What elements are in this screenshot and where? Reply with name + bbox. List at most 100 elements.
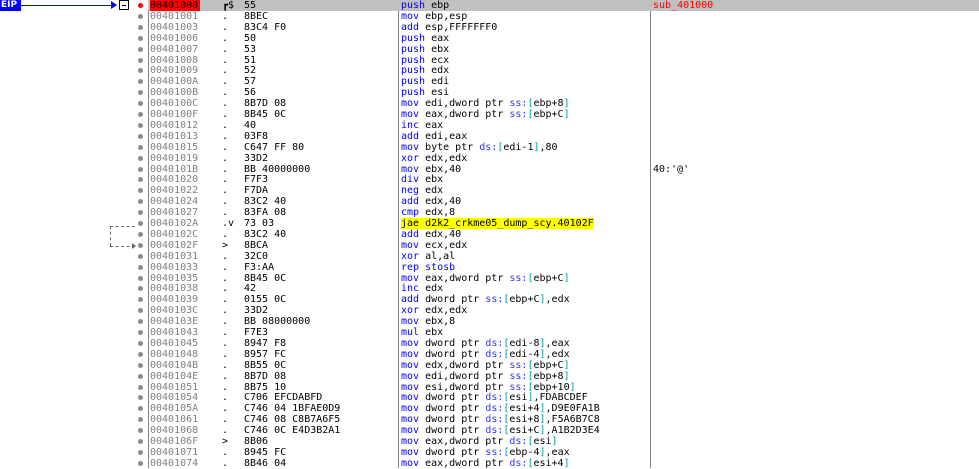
breakpoint-dot[interactable] [138, 406, 143, 412]
instruction-row[interactable]: 00401051. 8B75 10 mov esi,dword ptr ss:[eb… [148, 382, 979, 393]
breakpoint-dot[interactable] [138, 133, 143, 139]
instruction-text: add edi,eax [401, 130, 468, 142]
instruction-row[interactable]: 00401048. 8957 FC mov dword ptr ds:[edi-4]… [148, 349, 979, 360]
instruction-row[interactable]: 00401068. C746 0C E4D3B2A1 mov dword ptr d… [148, 425, 979, 436]
breakpoint-dot[interactable] [138, 319, 143, 325]
breakpoint-dot[interactable] [138, 373, 143, 379]
address-text: 0040102C [150, 228, 199, 240]
instruction-row[interactable]: 00401009. 52 push edx [148, 65, 979, 76]
instruction-row[interactable]: 00401061. C746 08 C8B7A6F5 mov dword ptr d… [148, 414, 979, 425]
instruction-row[interactable]: 00401024. 83C2 40 add edx,40 [148, 196, 979, 207]
flow-marker: . [222, 457, 229, 469]
breakpoint-dot[interactable] [138, 242, 143, 248]
breakpoint-dot[interactable] [138, 79, 143, 85]
breakpoint-dot[interactable] [138, 155, 143, 161]
instruction-row[interactable]: 00401045. 8947 F8 mov dword ptr ds:[edi-8]… [148, 338, 979, 349]
instruction-row[interactable]: 00401031. 32C0 xor al,al [148, 251, 979, 262]
breakpoint-dot-active[interactable] [138, 3, 143, 8]
instruction-row[interactable]: 00401035. 8B45 0C mov eax,dword ptr ss:[eb… [148, 273, 979, 284]
breakpoint-dot[interactable] [138, 231, 143, 237]
breakpoint-dot[interactable] [138, 253, 143, 259]
instruction-row[interactable]: 00401003. 83C4 F0 add esp,FFFFFFF0 [148, 22, 979, 33]
breakpoint-dot[interactable] [138, 90, 143, 96]
breakpoint-dot[interactable] [138, 13, 143, 19]
instruction-row[interactable]: 00401012. 40 inc eax [148, 120, 979, 131]
breakpoint-dot[interactable] [138, 177, 143, 183]
instruction-row[interactable]: 0040105A. C746 04 1BFAE0D9 mov dword ptr d… [148, 403, 979, 414]
breakpoint-dot[interactable] [138, 395, 143, 401]
flow-marker: . [222, 316, 229, 328]
instruction-row[interactable]: 00401038. 42 inc edx [148, 283, 979, 294]
breakpoint-dot[interactable] [138, 264, 143, 270]
breakpoint-dot[interactable] [138, 460, 143, 466]
breakpoint-dot[interactable] [138, 166, 143, 172]
instruction-row[interactable]: 0040103C. 33D2 xor edx,edx [148, 305, 979, 316]
breakpoint-dot[interactable] [138, 112, 143, 117]
instruction-row[interactable]: 00401001. 8BEC mov ebp,esp [148, 11, 979, 22]
breakpoint-dot[interactable] [138, 35, 143, 41]
comment-cell [653, 251, 979, 262]
instruction-row[interactable]: 00401027. 83FA 08 cmp edx,8 [148, 207, 979, 218]
breakpoint-dot[interactable] [138, 297, 143, 303]
instruction-row[interactable]: 0040103E. BB 08000000 mov ebx,8 [148, 316, 979, 327]
breakpoint-dot[interactable] [138, 417, 143, 423]
instruction-row[interactable]: 00401000 ┏$ 55 push ebp sub_401000 [148, 0, 979, 11]
instruction-row[interactable]: 00401007. 53 push ebx [148, 44, 979, 55]
breakpoint-dot[interactable] [138, 221, 143, 226]
instruction-row[interactable]: 0040102F >8BCA mov ecx,edx [148, 240, 979, 251]
instruction-row[interactable]: 00401039. 0155 0C add dword ptr ss:[ebp+C]… [148, 294, 979, 305]
breakpoint-dot[interactable] [138, 188, 143, 194]
breakpoint-dot[interactable] [138, 428, 143, 434]
breakpoint-dot[interactable] [138, 330, 143, 335]
breakpoint-dot[interactable] [138, 308, 143, 314]
instruction-row[interactable]: 00401054. C706 EFCDABFD mov dword ptr ds:[… [148, 392, 979, 403]
breakpoint-dot[interactable] [138, 275, 143, 281]
breakpoint-dot[interactable] [138, 101, 143, 107]
breakpoint-dot[interactable] [138, 439, 143, 444]
jump-line [110, 226, 135, 227]
flow-marker: . [222, 163, 229, 175]
address-text: 0040100B [150, 87, 199, 99]
instruction-row[interactable]: 0040102C. 83C2 40 add edx,40 [148, 229, 979, 240]
instruction-row[interactable]: 00401006. 50 push eax [148, 33, 979, 44]
collapse-function-icon[interactable] [119, 0, 129, 10]
breakpoint-dot[interactable] [138, 449, 143, 455]
instruction-row[interactable]: 0040100A. 57 push edi [148, 76, 979, 87]
breakpoint-dot[interactable] [138, 46, 143, 52]
instruction-row[interactable]: 0040100F. 8B45 0C mov eax,dword ptr ss:[eb… [148, 109, 979, 120]
instruction-row[interactable]: 0040100C. 8B7D 08 mov edi,dword ptr ss:[eb… [148, 98, 979, 109]
address-text: 0040100A [150, 76, 199, 88]
instruction-row[interactable]: 00401022. F7DA neg edx [148, 185, 979, 196]
instruction-row[interactable]: 0040102A .v 73 03 jae d2k2_crkme05_dump_scy… [148, 218, 979, 229]
breakpoint-dot[interactable] [138, 122, 143, 128]
breakpoint-dot[interactable] [138, 210, 143, 216]
instruction-row[interactable]: 00401020. F7F3 div ebx [148, 174, 979, 185]
instruction-row[interactable]: 0040106F >8B06 mov eax,dword ptr ds:[esi] [148, 436, 979, 447]
disassembly-listing[interactable]: 00401000 ┏$ 55 push ebp sub_401000 00401001. 8… [148, 0, 979, 469]
instruction-row[interactable]: 00401008. 51 push ecx [148, 55, 979, 66]
breakpoint-dot[interactable] [138, 144, 143, 150]
instruction-row[interactable]: 0040101B. BB 40000000 mov ebx,40 40:'@' [148, 164, 979, 175]
breakpoint-dot[interactable] [138, 24, 143, 30]
instruction-row[interactable]: 00401015. C647 FF 80 mov byte ptr ds:[edi-… [148, 142, 979, 153]
instruction-row[interactable]: 0040104B. 8B55 0C mov edx,dword ptr ss:[eb… [148, 360, 979, 371]
breakpoint-dot[interactable] [138, 286, 143, 292]
instruction-text: mov eax,dword ptr ds:[esi+4] [401, 457, 570, 469]
instruction-row[interactable]: 00401074. 8B46 04 mov eax,dword ptr ds:[es… [148, 458, 979, 469]
comment-cell [653, 425, 979, 436]
instruction-row[interactable]: 0040100B. 56 push esi [148, 87, 979, 98]
breakpoint-dot[interactable] [138, 199, 143, 205]
instruction-row[interactable]: 00401013. 03F8 add edi,eax [148, 131, 979, 142]
breakpoint-dot[interactable] [138, 68, 143, 74]
breakpoint-dot[interactable] [138, 57, 143, 63]
instruction-row[interactable]: 00401043. F7E3 mul ebx [148, 327, 979, 338]
instruction-row[interactable]: 00401033. F3:AA rep stosb [148, 262, 979, 273]
instruction-row[interactable]: 00401071. 8945 FC mov dword ptr ss:[ebp-4]… [148, 447, 979, 458]
instruction-row[interactable]: 00401019. 33D2 xor edx,edx [148, 153, 979, 164]
breakpoint-dot[interactable] [138, 362, 143, 368]
instruction-row[interactable]: 0040104E. 8B7D 08 mov edi,dword ptr ss:[eb… [148, 371, 979, 382]
address-cell: 0040104B [150, 360, 218, 371]
breakpoint-dot[interactable] [138, 384, 143, 390]
breakpoint-dot[interactable] [138, 351, 143, 357]
breakpoint-dot[interactable] [138, 340, 143, 346]
